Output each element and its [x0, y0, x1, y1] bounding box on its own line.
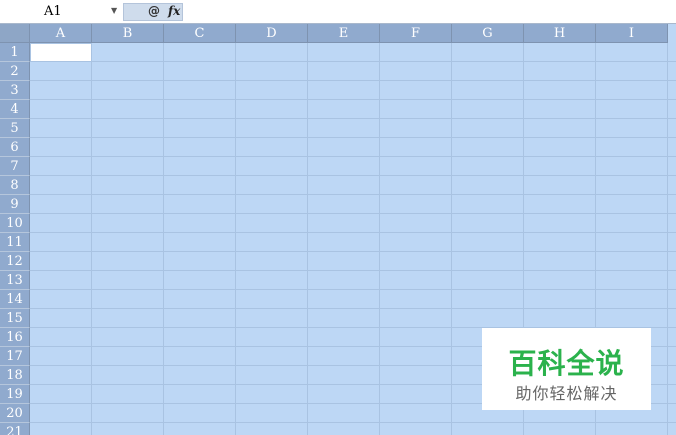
column-header-b[interactable]: B — [92, 24, 164, 43]
row-gridline — [30, 213, 676, 214]
row-gridline — [30, 308, 676, 309]
row-header-10[interactable]: 10 — [0, 214, 30, 233]
row-header-3[interactable]: 3 — [0, 81, 30, 100]
row-header-9[interactable]: 9 — [0, 195, 30, 214]
magnifier-icon[interactable]: @ — [148, 4, 160, 18]
row-gridline — [30, 270, 676, 271]
formula-bar: A1 ▼ @ fx — [0, 0, 676, 24]
row-header-8[interactable]: 8 — [0, 176, 30, 195]
column-gridline — [163, 43, 164, 435]
row-header-21[interactable]: 21 — [0, 423, 30, 435]
row-gridline — [30, 118, 676, 119]
active-cell[interactable] — [30, 43, 92, 62]
row-header-11[interactable]: 11 — [0, 233, 30, 252]
insert-function-icon[interactable]: fx — [168, 4, 180, 18]
row-header-14[interactable]: 14 — [0, 290, 30, 309]
column-header-f[interactable]: F — [380, 24, 452, 43]
column-gridline — [235, 43, 236, 435]
row-header-19[interactable]: 19 — [0, 385, 30, 404]
formula-input[interactable] — [184, 3, 676, 21]
column-header-a[interactable]: A — [30, 24, 92, 43]
row-header-12[interactable]: 12 — [0, 252, 30, 271]
row-header-6[interactable]: 6 — [0, 138, 30, 157]
column-gridline — [379, 43, 380, 435]
column-header-c[interactable]: C — [164, 24, 236, 43]
row-header-20[interactable]: 20 — [0, 404, 30, 423]
column-gridline — [307, 43, 308, 435]
name-box-value: A1 — [44, 4, 62, 19]
row-header-5[interactable]: 5 — [0, 119, 30, 138]
watermark-logo: 百科全说 助你轻松解决 — [482, 328, 651, 410]
row-gridline — [30, 99, 676, 100]
column-header-h[interactable]: H — [524, 24, 596, 43]
row-gridline — [30, 251, 676, 252]
column-header-e[interactable]: E — [308, 24, 380, 43]
formula-tools: @ fx — [123, 3, 183, 21]
column-gridline — [91, 43, 92, 435]
row-gridline — [30, 61, 676, 62]
row-gridline — [30, 156, 676, 157]
row-header-4[interactable]: 4 — [0, 100, 30, 119]
row-header-18[interactable]: 18 — [0, 366, 30, 385]
row-gridline — [30, 289, 676, 290]
row-header-13[interactable]: 13 — [0, 271, 30, 290]
column-gridline — [667, 43, 668, 435]
row-header-1[interactable]: 1 — [0, 43, 30, 62]
row-gridline — [30, 137, 676, 138]
watermark-subtitle: 助你轻松解决 — [515, 384, 618, 403]
dropdown-arrow-icon[interactable]: ▼ — [111, 6, 117, 15]
name-box[interactable]: A1 ▼ — [0, 3, 123, 21]
column-gridline — [451, 43, 452, 435]
row-header-15[interactable]: 15 — [0, 309, 30, 328]
row-gridline — [30, 80, 676, 81]
column-header-g[interactable]: G — [452, 24, 524, 43]
row-header-17[interactable]: 17 — [0, 347, 30, 366]
column-header-i[interactable]: I — [596, 24, 668, 43]
row-header-7[interactable]: 7 — [0, 157, 30, 176]
select-all-corner[interactable] — [0, 24, 30, 43]
watermark-title: 百科全说 — [508, 347, 625, 380]
row-gridline — [30, 175, 676, 176]
row-header-16[interactable]: 16 — [0, 328, 30, 347]
column-header-d[interactable]: D — [236, 24, 308, 43]
row-gridline — [30, 422, 676, 423]
row-header-2[interactable]: 2 — [0, 62, 30, 81]
row-gridline — [30, 194, 676, 195]
row-gridline — [30, 232, 676, 233]
